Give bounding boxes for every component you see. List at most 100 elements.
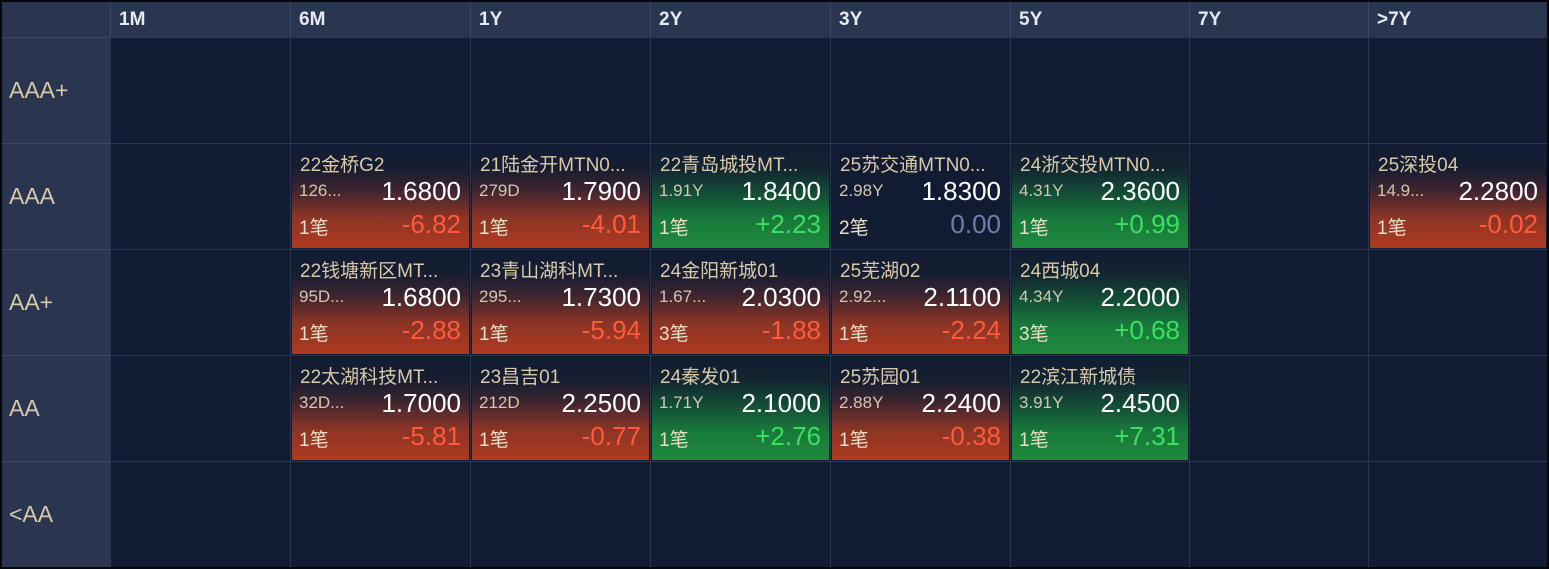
bond-name: 24金阳新城01: [660, 261, 779, 282]
trade-count: 1笔: [839, 430, 869, 451]
bond-tenor: 4.34Y: [1019, 287, 1064, 306]
column-header-3Y[interactable]: 3Y: [830, 2, 1010, 37]
bond-yield: 1.7300: [561, 282, 641, 312]
bond-card[interactable]: 22青岛城投MT... 1.91Y 1.8400 1笔 +2.23: [652, 145, 829, 248]
grid-cell: [1189, 249, 1368, 355]
trade-count: 1笔: [1377, 218, 1407, 239]
trade-count: 1笔: [479, 430, 509, 451]
bond-yield: 1.6800: [381, 176, 461, 206]
column-header-6M[interactable]: 6M: [290, 2, 470, 37]
grid-cell: [1368, 461, 1547, 567]
grid-cell: [110, 461, 290, 567]
bond-card[interactable]: 22钱塘新区MT... 95D... 1.6800 1笔 -2.88: [292, 251, 469, 354]
bond-name: 25苏园01: [840, 367, 921, 388]
trade-count: 1笔: [659, 218, 689, 239]
row-header-AAplus[interactable]: AA+: [2, 249, 110, 355]
column-header-gt7Y[interactable]: >7Y: [1368, 2, 1547, 37]
bond-yield: 2.2000: [1100, 282, 1180, 312]
column-header-2Y[interactable]: 2Y: [650, 2, 830, 37]
bond-tenor: 95D...: [299, 287, 345, 306]
bond-card[interactable]: 24西城04 4.34Y 2.2000 3笔 +0.68: [1012, 251, 1188, 354]
bond-name: 24西城04: [1020, 261, 1101, 282]
bond-tenor: 1.67...: [659, 287, 707, 306]
bond-card[interactable]: 25芜湖02 2.92... 2.1100 1笔 -2.24: [832, 251, 1009, 354]
grid-cell: [830, 37, 1010, 143]
bond-name: 22青岛城投MT...: [660, 155, 799, 176]
bond-tenor: 2.98Y: [839, 181, 884, 200]
trade-count: 2笔: [839, 218, 869, 239]
bond-card[interactable]: 25深投04 14.9... 2.2800 1笔 -0.02: [1370, 145, 1546, 248]
grid-cell: [1368, 37, 1547, 143]
bond-yield: 1.7900: [561, 176, 641, 206]
trade-count: 1笔: [659, 430, 689, 451]
bond-card[interactable]: 22金桥G2 126... 1.6800 1笔 -6.82: [292, 145, 469, 248]
grid-cell: [1189, 461, 1368, 567]
bond-name: 25深投04: [1378, 155, 1459, 176]
bond-card[interactable]: 25苏交通MTN0... 2.98Y 1.8300 2笔 0.00: [832, 145, 1009, 248]
grid-cell: [1189, 37, 1368, 143]
bond-card[interactable]: 23昌吉01 212D 2.2500 1笔 -0.77: [472, 357, 649, 460]
bond-card[interactable]: 25苏园01 2.88Y 2.2400 1笔 -0.38: [832, 357, 1009, 460]
grid-cell: [110, 143, 290, 249]
bond-name: 24浙交投MTN0...: [1020, 155, 1166, 176]
bond-yield: 2.2400: [921, 388, 1001, 418]
bond-yield: 2.2800: [1458, 176, 1538, 206]
bond-name: 23昌吉01: [480, 367, 561, 388]
bond-card[interactable]: 22滨江新城债 3.91Y 2.4500 1笔 +7.31: [1012, 357, 1188, 460]
yield-change: -2.24: [941, 315, 1001, 345]
bond-tenor: 1.71Y: [659, 393, 704, 412]
grid-cell: [110, 249, 290, 355]
column-header-1Y[interactable]: 1Y: [470, 2, 650, 37]
trade-count: 3笔: [659, 324, 689, 345]
bond-tenor: 3.91Y: [1019, 393, 1064, 412]
bond-yield: 1.6800: [381, 282, 461, 312]
bond-yield: 1.8400: [741, 176, 821, 206]
grid-cell: [1368, 249, 1547, 355]
yield-change: -4.01: [581, 209, 641, 239]
grid-cell: [830, 461, 1010, 567]
bond-card[interactable]: 23青山湖科MT... 295... 1.7300 1笔 -5.94: [472, 251, 649, 354]
column-header-7Y[interactable]: 7Y: [1189, 2, 1368, 37]
bond-tenor: 212D: [479, 393, 520, 412]
grid-cell: [650, 37, 830, 143]
yield-change: -1.88: [761, 315, 821, 345]
bond-tenor: 4.31Y: [1019, 181, 1064, 200]
yield-change: -5.94: [581, 315, 641, 345]
column-header-1M[interactable]: 1M: [110, 2, 290, 37]
grid-cell: [1010, 37, 1189, 143]
yield-change: +2.76: [755, 421, 821, 451]
bond-tenor: 14.9...: [1377, 181, 1425, 200]
bond-card[interactable]: 22太湖科技MT... 32D... 1.7000 1笔 -5.81: [292, 357, 469, 460]
bond-tenor: 2.88Y: [839, 393, 884, 412]
yield-change: 0.00: [950, 209, 1001, 239]
grid-cell: [110, 355, 290, 461]
yield-change: -0.77: [581, 421, 641, 451]
yield-change: -0.38: [941, 421, 1001, 451]
bond-card[interactable]: 24秦发01 1.71Y 2.1000 1笔 +2.76: [652, 357, 829, 460]
bond-yield-matrix: 1M 6M 1Y 2Y 3Y 5Y 7Y >7Y AAA+ AAA AA+ AA <AA 22金桥G2 12…: [0, 0, 1549, 569]
row-header-AAAplus[interactable]: AAA+: [2, 37, 110, 143]
bond-card[interactable]: 24金阳新城01 1.67... 2.0300 3笔 -1.88: [652, 251, 829, 354]
bond-tenor: 295...: [479, 287, 522, 306]
bond-tenor: 1.91Y: [659, 181, 704, 200]
column-header-5Y[interactable]: 5Y: [1010, 2, 1189, 37]
grid-cell: [1010, 461, 1189, 567]
bond-yield: 2.1000: [741, 388, 821, 418]
row-header-AA[interactable]: AA: [2, 355, 110, 461]
yield-change: -0.02: [1478, 209, 1538, 239]
trade-count: 1笔: [839, 324, 869, 345]
bond-yield: 2.1100: [923, 282, 1001, 312]
bond-name: 24秦发01: [660, 367, 741, 388]
bond-name: 23青山湖科MT...: [480, 261, 619, 282]
bond-name: 22钱塘新区MT...: [300, 261, 439, 282]
row-header-AAA[interactable]: AAA: [2, 143, 110, 249]
bond-card[interactable]: 21陆金开MTN0... 279D 1.7900 1笔 -4.01: [472, 145, 649, 248]
grid-cell: [110, 37, 290, 143]
row-header-ltAA[interactable]: <AA: [2, 461, 110, 567]
yield-change: +0.99: [1114, 209, 1180, 239]
trade-count: 1笔: [299, 324, 329, 345]
trade-count: 1笔: [479, 324, 509, 345]
grid-cell: [470, 37, 650, 143]
bond-name: 21陆金开MTN0...: [480, 155, 626, 176]
bond-card[interactable]: 24浙交投MTN0... 4.31Y 2.3600 1笔 +0.99: [1012, 145, 1188, 248]
